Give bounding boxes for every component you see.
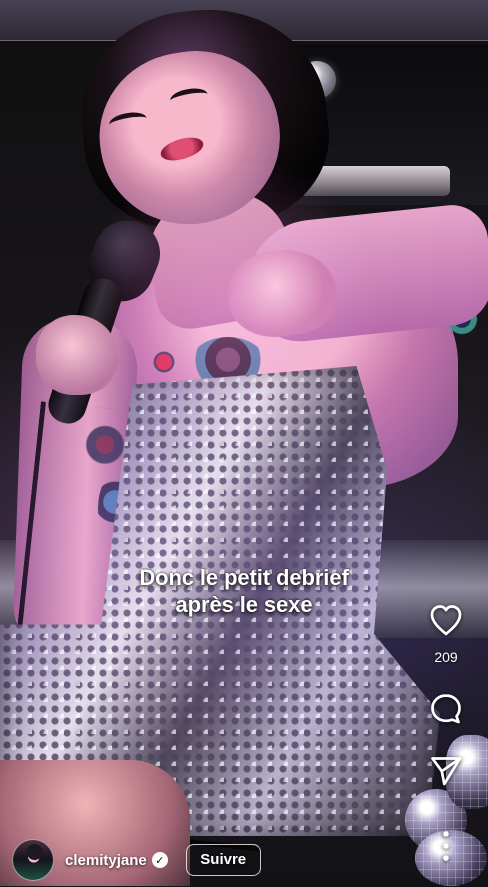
- send-icon: [431, 757, 462, 786]
- like-count: 209: [434, 649, 458, 665]
- heart-icon: [430, 605, 462, 636]
- video-frame[interactable]: [0, 0, 488, 887]
- verified-icon: ✓: [151, 852, 168, 868]
- creator-profile-bar: clemityjane ✓ Suivre: [12, 838, 261, 882]
- comment-icon: [431, 694, 461, 724]
- reel-action-rail: 209: [416, 602, 476, 872]
- purple-light-overlay: [0, 140, 488, 790]
- caption-line-2: après le sexe: [175, 592, 313, 617]
- caption-line-1: Donc le petit debrief: [139, 565, 349, 590]
- creator-username[interactable]: clemityjane: [65, 852, 147, 869]
- comment-button[interactable]: [416, 690, 476, 728]
- like-button[interactable]: 209: [416, 602, 476, 672]
- more-options-button[interactable]: [416, 827, 476, 871]
- share-button[interactable]: [416, 751, 476, 789]
- video-caption: Donc le petit debrief après le sexe: [94, 564, 394, 618]
- reel-screen[interactable]: Donc le petit debrief après le sexe 209: [0, 0, 488, 887]
- follow-button[interactable]: Suivre: [185, 844, 261, 876]
- more-vertical-icon: [443, 831, 449, 861]
- creator-avatar[interactable]: [12, 839, 54, 881]
